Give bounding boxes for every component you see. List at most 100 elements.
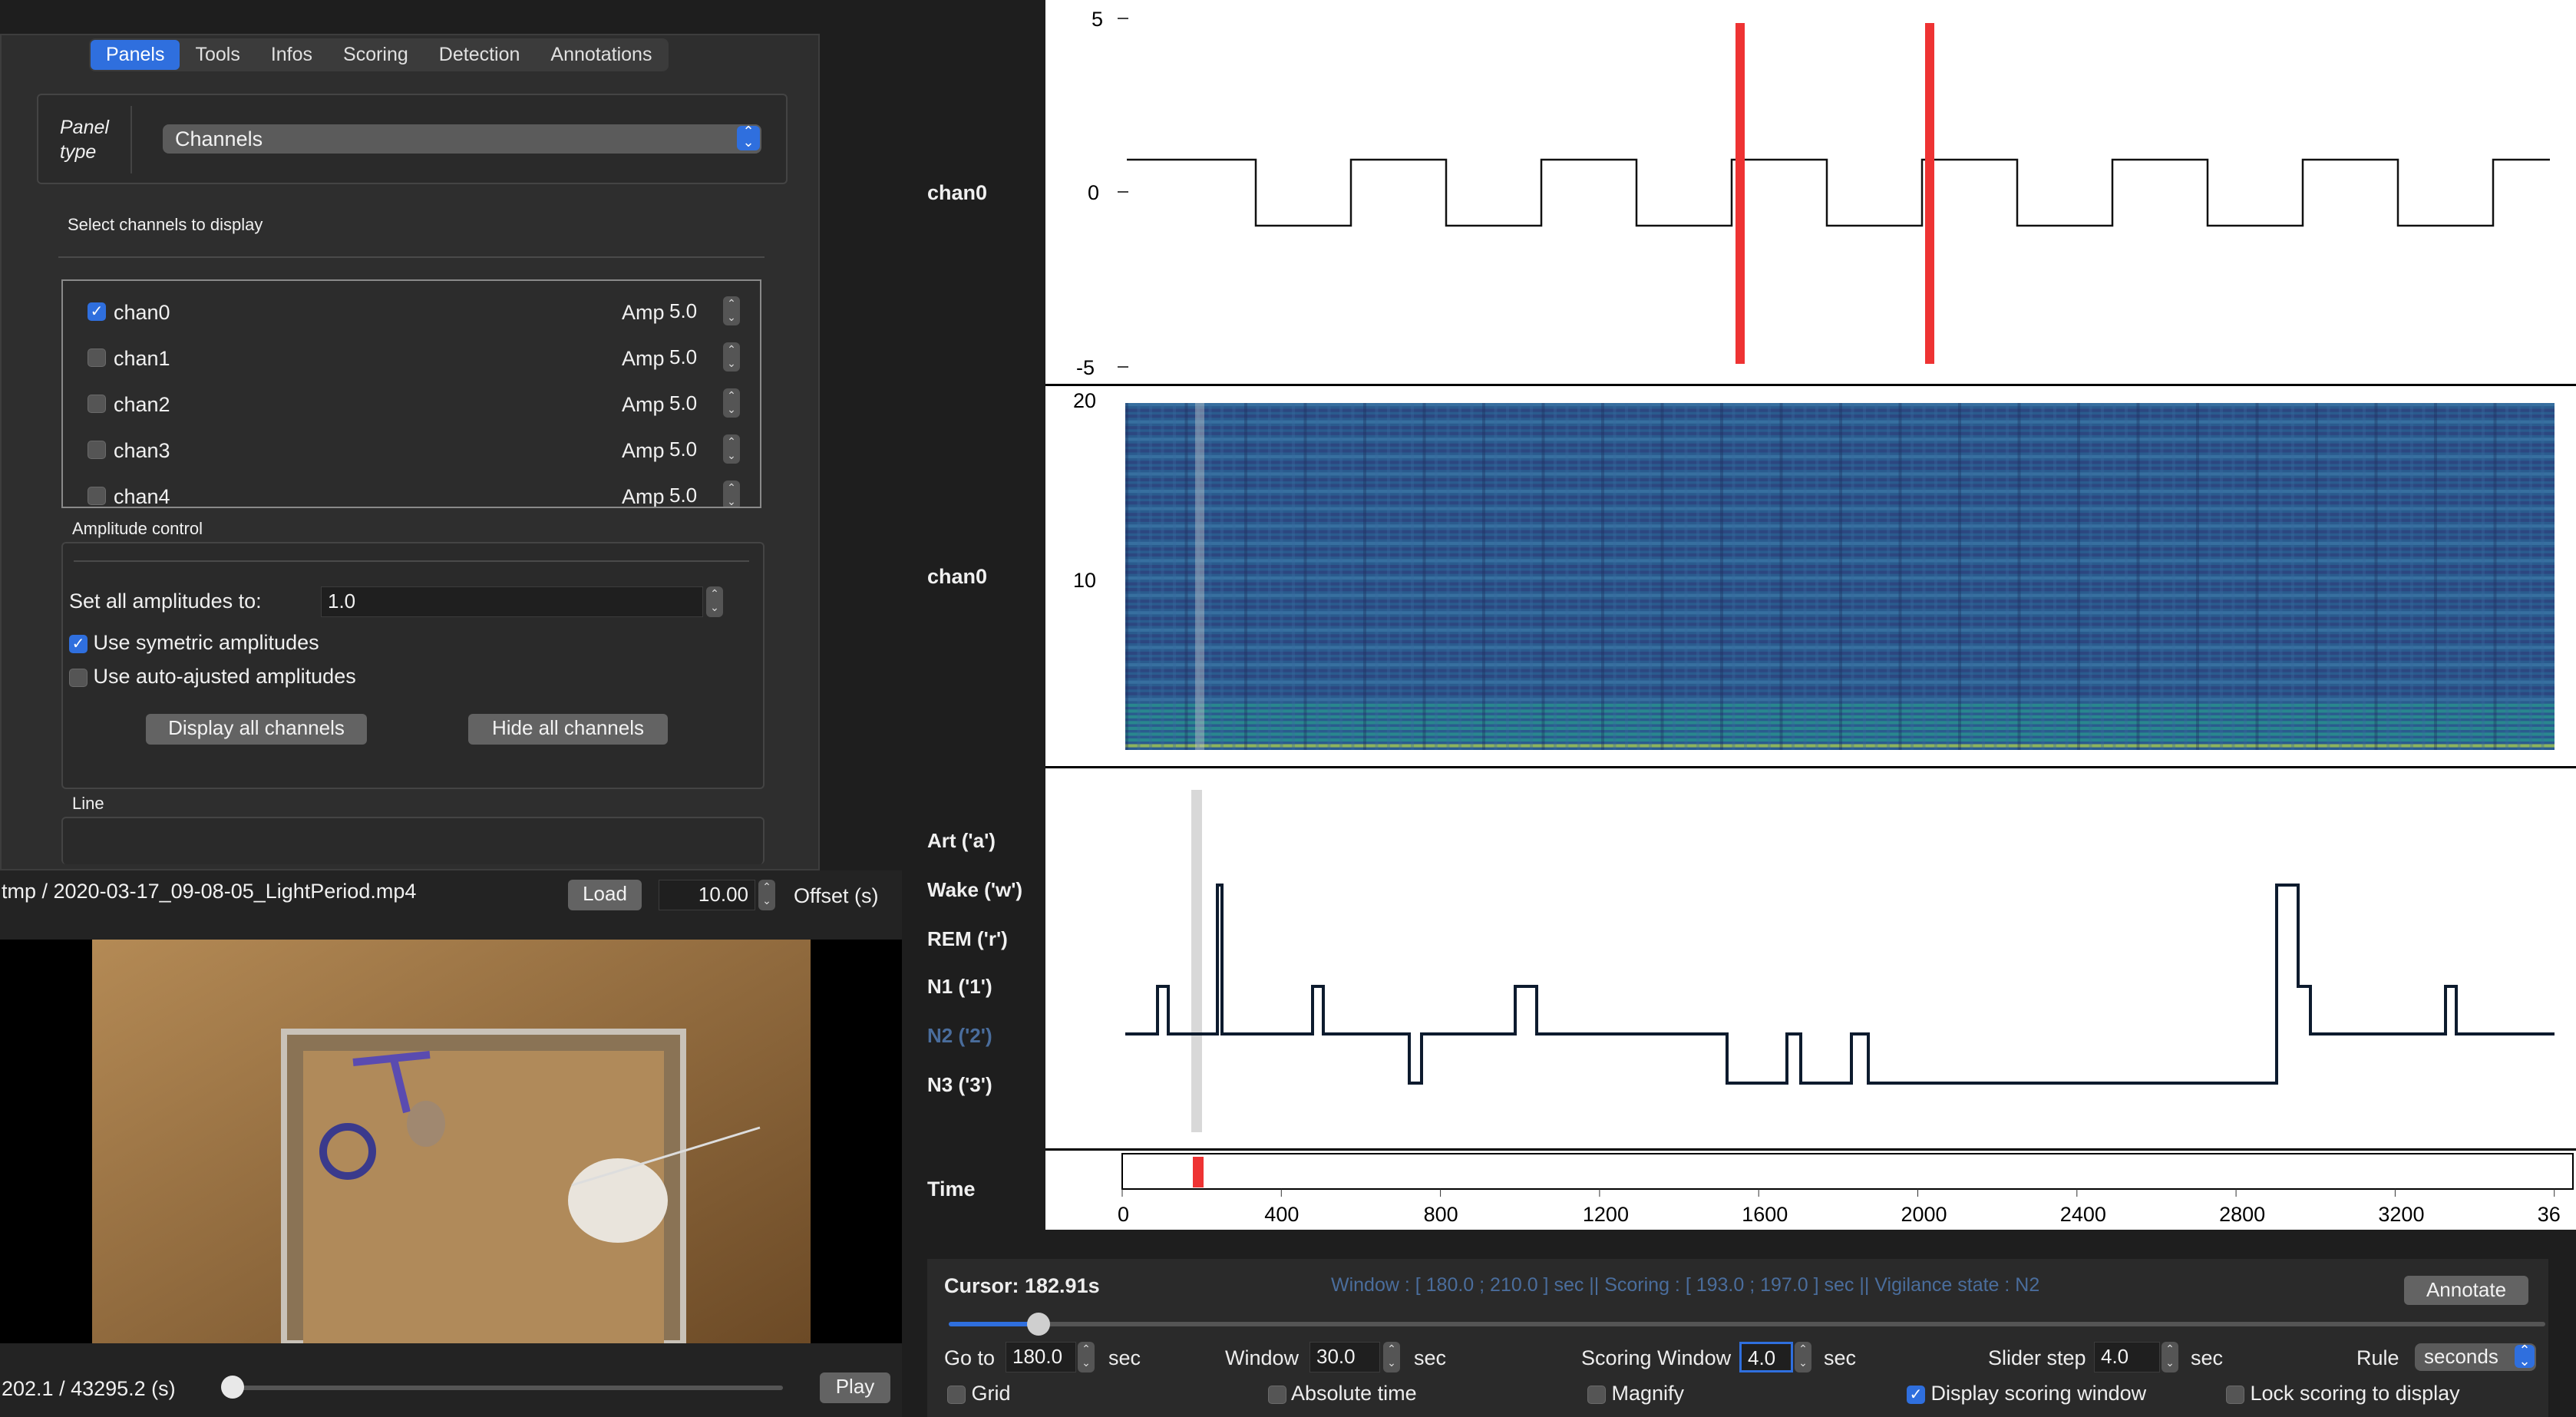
amp-spinner[interactable]: ⌃ ⌄ <box>723 388 740 418</box>
amp-spinner[interactable]: ⌃ ⌄ <box>723 342 740 372</box>
time-tick-label: 0 <box>1118 1203 1129 1226</box>
amp-label: Amp <box>622 347 665 370</box>
symmetric-label: Use symetric amplitudes <box>93 631 319 654</box>
slider-step-label: Slider step <box>1988 1346 2086 1369</box>
option-checkbox[interactable] <box>947 1385 966 1404</box>
offset-input[interactable]: 10.00 <box>659 880 755 910</box>
auto-checkbox[interactable] <box>69 668 88 687</box>
option-check-row: Magnify <box>1587 1382 1684 1405</box>
window-input[interactable]: 30.0 <box>1309 1342 1380 1372</box>
scoring-window-unit: sec <box>1824 1346 1857 1369</box>
amp-label: Amp <box>622 439 665 462</box>
option-checkbox[interactable] <box>1587 1385 1606 1404</box>
scoring-window-spinner[interactable]: ⌃ ⌄ <box>1795 1342 1811 1372</box>
hypnogram-state-label: N3 ('3') <box>927 1073 992 1096</box>
tab-detection[interactable]: Detection <box>424 40 536 70</box>
channel-row: ✓ chan0 Amp 5.0 ⌃ ⌄ <box>63 296 754 327</box>
slider-step-input[interactable]: 4.0 <box>2094 1342 2160 1372</box>
tab-scoring[interactable]: Scoring <box>328 40 424 70</box>
goto-spinner[interactable]: ⌃ ⌄ <box>1078 1342 1095 1372</box>
amp-input[interactable]: 5.0 <box>666 298 705 325</box>
amp-spinner[interactable]: ⌃ ⌄ <box>723 481 740 507</box>
set-all-label: Set all amplitudes to: <box>69 590 262 613</box>
time-tick-label: 1600 <box>1742 1203 1788 1226</box>
line-title: Line <box>72 794 104 813</box>
channel-name: chan3 <box>114 439 170 462</box>
amp-input[interactable]: 5.0 <box>666 344 705 372</box>
time-tick-label: 2400 <box>2060 1203 2106 1226</box>
amp-input[interactable]: 5.0 <box>666 436 705 464</box>
video-time-readout: 202.1 / 43295.2 (s) <box>2 1377 176 1400</box>
divider <box>74 560 749 562</box>
auto-label: Use auto-ajusted amplitudes <box>93 665 356 688</box>
channel-name: chan0 <box>114 301 170 324</box>
scoring-marker-right <box>1925 23 1934 364</box>
window-unit: sec <box>1414 1346 1447 1369</box>
option-checkbox[interactable] <box>2226 1385 2244 1404</box>
symmetric-checkbox[interactable]: ✓ <box>69 634 88 653</box>
slider-step-unit: sec <box>2191 1346 2224 1369</box>
goto-input[interactable]: 180.0 <box>1006 1342 1076 1372</box>
time-label: Time <box>927 1178 976 1201</box>
video-image <box>92 940 811 1346</box>
amp-spinner[interactable]: ⌃ ⌄ <box>723 434 740 464</box>
channel-name: chan4 <box>114 485 170 508</box>
offset-spinner[interactable]: ⌃ ⌄ <box>758 880 775 910</box>
tab-infos[interactable]: Infos <box>256 40 328 70</box>
amp-spinner[interactable]: ⌃ ⌄ <box>723 296 740 325</box>
rule-select[interactable]: seconds ⌃ ⌄ <box>2415 1343 2536 1371</box>
slider-step-spinner[interactable]: ⌃ ⌄ <box>2162 1342 2178 1372</box>
channel-checkbox[interactable] <box>88 487 106 505</box>
signal-ytick-0: 0 <box>1088 181 1099 204</box>
channel-checkbox[interactable] <box>88 395 106 413</box>
load-button[interactable]: Load <box>568 880 642 910</box>
panel-type-label-line1: Panel <box>60 117 109 138</box>
main-slider-track[interactable] <box>949 1322 2545 1326</box>
channel-row: chan1 Amp 5.0 ⌃ ⌄ <box>63 342 754 373</box>
video-slider-track[interactable] <box>230 1386 783 1390</box>
line-group <box>61 817 765 864</box>
time-tick-label: 800 <box>1424 1203 1458 1226</box>
hide-all-button[interactable]: Hide all channels <box>468 714 668 745</box>
scoring-window-input[interactable]: 4.0 <box>1739 1342 1793 1372</box>
play-button[interactable]: Play <box>820 1372 890 1403</box>
channel-checkbox[interactable] <box>88 441 106 459</box>
channel-name: chan2 <box>114 393 170 416</box>
set-all-amplitude-input[interactable]: 1.0 <box>321 586 703 617</box>
time-tick-label: 2000 <box>1901 1203 1947 1226</box>
channel-list[interactable]: ✓ chan0 Amp 5.0 ⌃ ⌄ chan1 Amp 5.0 ⌃ ⌄ chan… <box>61 279 761 508</box>
scoring-window-label: Scoring Window <box>1581 1346 1732 1369</box>
signal-ytick-neg5: -5 <box>1076 356 1095 379</box>
time-tick-label: 2800 <box>2219 1203 2265 1226</box>
spectrogram-ytick-20: 20 <box>1073 389 1096 412</box>
option-checkbox[interactable]: ✓ <box>1907 1385 1925 1404</box>
main-slider-knob[interactable] <box>1027 1313 1050 1336</box>
amp-input[interactable]: 5.0 <box>666 390 705 418</box>
signal-trace <box>1127 158 2550 227</box>
window-spinner[interactable]: ⌃ ⌄ <box>1383 1342 1400 1372</box>
display-all-button[interactable]: Display all channels <box>146 714 367 745</box>
time-cursor-marker <box>1193 1157 1204 1187</box>
time-axis-plot[interactable]: 0 400 800 1200 1600 2000 2400 2800 3200 36 <box>1045 1151 2576 1230</box>
tab-tools[interactable]: Tools <box>180 40 255 70</box>
channel-checkbox[interactable]: ✓ <box>88 302 106 321</box>
hypnogram-plot[interactable] <box>1045 768 2576 1148</box>
panel-type-select[interactable]: Channels ⌃ ⌄ <box>163 124 761 154</box>
main-slider-fill <box>949 1322 1038 1326</box>
spectrogram-plot[interactable]: 20 10 <box>1045 386 2576 766</box>
option-check-row: ✓ Display scoring window <box>1907 1382 2146 1405</box>
amp-input[interactable]: 5.0 <box>666 482 705 507</box>
chevron-updown-icon: ⌃ ⌄ <box>737 124 760 150</box>
chevron-updown-icon: ⌃ ⌄ <box>2515 1343 2535 1368</box>
channel-checkbox[interactable] <box>88 348 106 367</box>
offset-label: Offset (s) <box>794 884 879 907</box>
option-checkbox[interactable] <box>1268 1385 1286 1404</box>
rule-label: Rule <box>2356 1346 2399 1369</box>
tab-annotations[interactable]: Annotations <box>535 40 667 70</box>
option-check-row: Absolute time <box>1268 1382 1417 1405</box>
annotate-button[interactable]: Annotate <box>2404 1276 2528 1305</box>
set-all-spinner[interactable]: ⌃ ⌄ <box>706 586 723 617</box>
signal-plot[interactable]: 5 0 -5 <box>1045 0 2576 384</box>
option-label: Magnify <box>1611 1382 1685 1405</box>
tab-panels[interactable]: Panels <box>91 40 180 70</box>
